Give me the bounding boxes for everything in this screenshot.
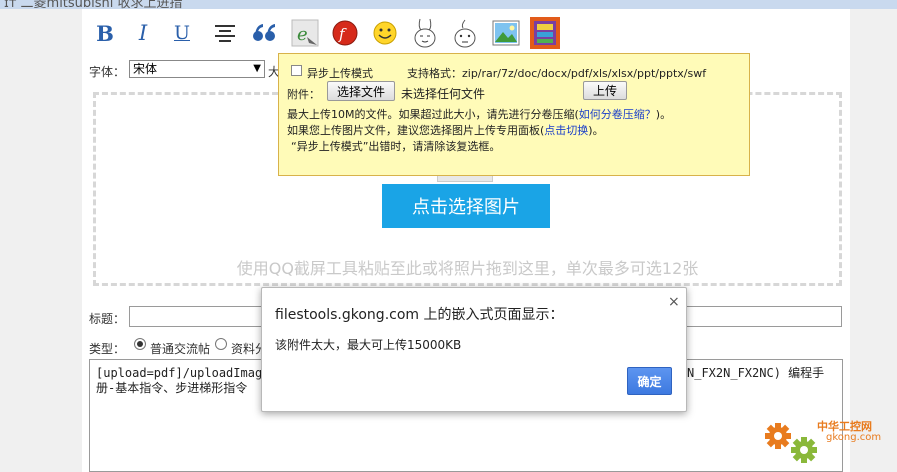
type-option-normal: 普通交流帖 <box>150 342 211 356</box>
choose-image-button[interactable]: 点击选择图片 <box>382 184 550 228</box>
quote-button[interactable] <box>247 16 281 50</box>
quote-icon <box>253 24 275 41</box>
archive-attachment-icon <box>530 17 560 49</box>
content-line-2: 册-基本指令、步进梯形指令 <box>96 381 248 395</box>
dropzone-hint: 使用QQ截屏工具粘贴至此或将照片拖到这里，单次最多可选12张 <box>236 259 699 278</box>
image-panel-hint: 如果您上传图片文件，建议您选择图片上传专用面板(点击切换)。 <box>287 122 604 138</box>
type-label: 类型： <box>89 342 126 356</box>
type-radio-normal[interactable] <box>134 338 146 350</box>
ok-button[interactable]: 确定 <box>627 367 672 395</box>
type-radio-resource[interactable] <box>215 338 227 350</box>
page-header-strip: ɪᴛ 二菱mitsubishi 收求上进措 <box>0 0 897 9</box>
choose-file-button[interactable]: 选择文件 <box>327 81 395 101</box>
title-label: 标题： <box>89 312 126 326</box>
async-upload-checkbox[interactable] <box>291 65 302 76</box>
rabbit-icon <box>414 18 436 48</box>
gkong-watermark: 中华工控网 gkong.com <box>760 412 897 472</box>
align-center-icon <box>215 25 235 42</box>
dialog-message: 该附件太大，最大可上传15000KB <box>275 338 462 352</box>
svg-text:e: e <box>297 24 308 45</box>
supported-formats: 支持格式：zip/rar/7z/doc/docx/pdf/xls/xlsx/pp… <box>407 67 707 80</box>
attachment-label: 附件： <box>287 88 320 101</box>
dialog-title: filestools.gkong.com 上的嵌入式页面显示： <box>275 307 564 323</box>
page-header-title: ɪᴛ 二菱mitsubishi 收求上进措 <box>4 0 183 9</box>
font-family-select[interactable]: 宋体 ▼ <box>129 60 265 78</box>
image-hint-text: 如果您上传图片文件，建议您选择图片上传专用面板( <box>287 124 545 137</box>
dropdown-arrow-icon: ▼ <box>253 63 261 74</box>
smiley-icon <box>373 21 397 45</box>
split-archive-link[interactable]: 如何分卷压缩？ <box>579 108 656 121</box>
onion-head-icon <box>454 19 476 48</box>
async-error-hint: “异步上传模式”出错时，请清除该复选框。 <box>291 140 501 153</box>
image-hint-tail: )。 <box>588 124 604 137</box>
max-size-hint: 最大上传10M的文件。如果超过此大小，请先进行分卷压缩(如何分卷压缩？)。 <box>287 106 671 122</box>
ie-link-icon: e <box>291 19 319 47</box>
content-line-1-left: [upload=pdf]/uploadImages <box>96 366 277 380</box>
async-upload-label: 异步上传模式 <box>307 67 373 80</box>
underline-button[interactable]: U <box>165 16 199 50</box>
attachment-button[interactable] <box>528 16 562 50</box>
link-button[interactable]: e <box>288 16 322 50</box>
align-center-button[interactable] <box>208 16 242 50</box>
attachment-popup: 异步上传模式 支持格式：zip/rar/7z/doc/docx/pdf/xls/… <box>278 53 750 176</box>
flash-icon: f <box>332 20 358 46</box>
switch-panel-link[interactable]: 点击切换 <box>544 124 588 137</box>
flash-button[interactable]: f <box>328 16 362 50</box>
font-family-value: 宋体 <box>133 62 158 76</box>
bold-button[interactable]: B <box>88 16 122 50</box>
no-file-chosen-text: 未选择任何文件 <box>401 87 486 101</box>
watermark-domain: gkong.com <box>826 432 882 443</box>
content-line-1-right: N_FX2N_FX2NC) 编程手 <box>687 366 825 380</box>
max-size-text: 最大上传10M的文件。如果超过此大小，请先进行分卷压缩( <box>287 108 579 121</box>
alert-dialog: filestools.gkong.com 上的嵌入式页面显示： × 该附件太大，… <box>261 287 687 412</box>
picture-icon <box>492 20 520 46</box>
emoticon-button[interactable] <box>368 16 402 50</box>
italic-button[interactable]: I <box>126 16 160 50</box>
close-icon[interactable]: × <box>668 294 680 310</box>
onion-emoticon-button[interactable] <box>448 16 482 50</box>
upload-button[interactable]: 上传 <box>583 81 627 100</box>
font-label: 字体： <box>89 65 126 79</box>
rabbit-emoticon-button[interactable] <box>408 16 442 50</box>
insert-image-button[interactable] <box>489 16 523 50</box>
max-size-tail: )。 <box>655 108 672 121</box>
